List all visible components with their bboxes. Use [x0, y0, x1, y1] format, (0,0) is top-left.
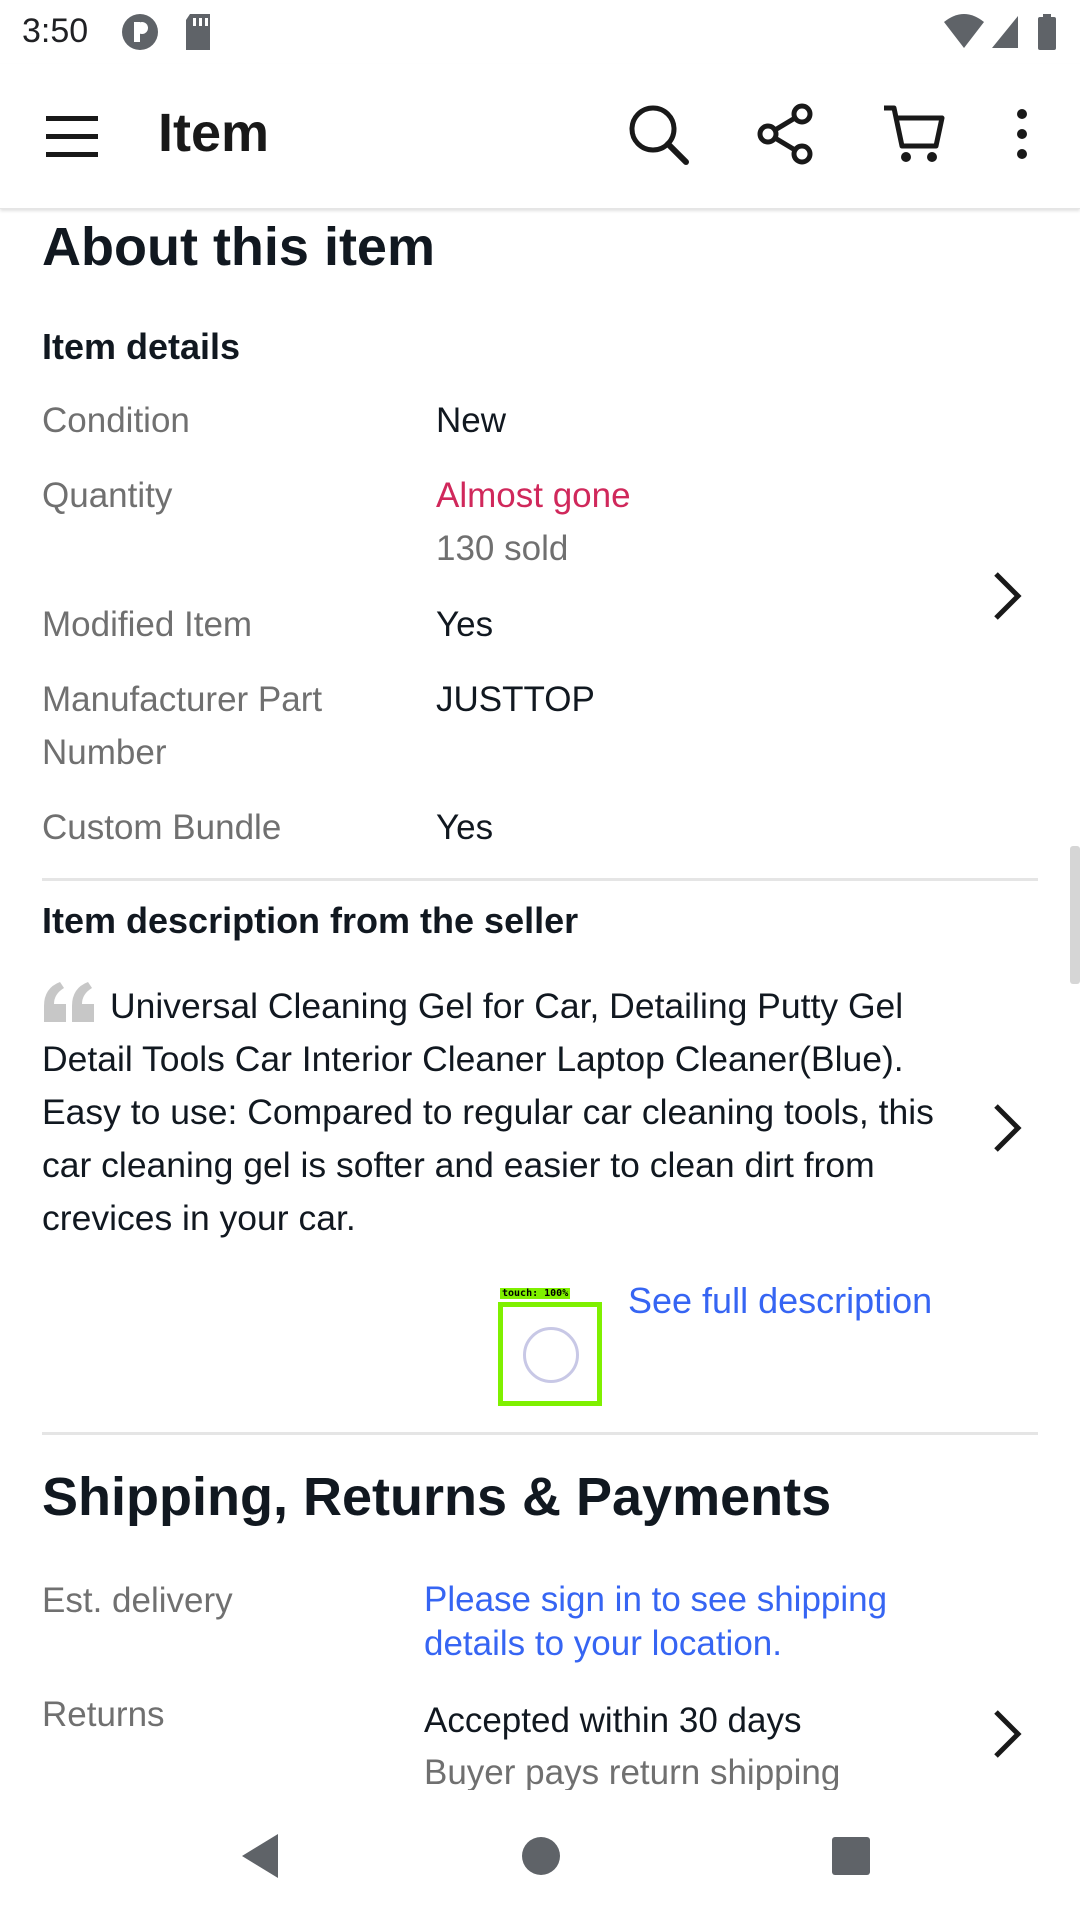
home-icon[interactable] — [520, 1832, 562, 1885]
est-delivery-signin-link[interactable]: Please sign in to see shipping details t… — [424, 1578, 964, 1666]
detail-value-sold: 130 sold — [436, 529, 569, 568]
chevron-right-icon[interactable] — [988, 1100, 1024, 1161]
menu-icon[interactable] — [44, 108, 100, 169]
description-heading: Item description from the seller — [42, 900, 579, 941]
detail-label-modified: Modified Item — [42, 605, 253, 644]
quote-icon — [42, 982, 98, 1022]
touch-indicator — [498, 1302, 602, 1406]
more-icon[interactable] — [1012, 102, 1032, 171]
sd-card-icon — [182, 12, 214, 57]
item-content: About this item Item details Condition N… — [0, 210, 1080, 1790]
description-text-block: Universal Cleaning Gel for Car, Detailin… — [42, 980, 972, 1245]
item-details-heading: Item details — [42, 326, 241, 367]
about-heading: About this item — [42, 217, 435, 277]
search-icon[interactable] — [626, 102, 690, 171]
chevron-right-icon[interactable] — [988, 568, 1024, 629]
page-title: Item — [158, 103, 270, 163]
cart-icon[interactable] — [882, 102, 946, 171]
description-text: Universal Cleaning Gel for Car, Detailin… — [42, 986, 934, 1238]
recents-icon[interactable] — [830, 1832, 872, 1885]
touch-circle — [523, 1327, 579, 1383]
detail-label-quantity: Quantity — [42, 476, 173, 515]
navigation-bar — [0, 1790, 1080, 1920]
detail-value-quantity: Almost gone — [436, 476, 631, 515]
returns-value: Accepted within 30 days — [424, 1701, 802, 1740]
scrollbar[interactable] — [1070, 846, 1080, 984]
divider — [42, 1432, 1038, 1435]
battery-icon — [1036, 12, 1058, 57]
app-bar: Item — [0, 64, 1080, 209]
wifi-icon — [942, 12, 986, 57]
chevron-right-icon[interactable] — [988, 1706, 1024, 1767]
returns-label: Returns — [42, 1695, 165, 1734]
detail-label-condition: Condition — [42, 401, 190, 440]
touch-indicator-label: touch: 100% — [500, 1288, 571, 1299]
returns-sub: Buyer pays return shipping — [424, 1753, 841, 1790]
signal-icon — [990, 12, 1020, 57]
share-icon[interactable] — [756, 102, 816, 171]
detail-label-mpn: Manufacturer Part Number — [42, 680, 323, 772]
status-time: 3:50 — [22, 12, 89, 50]
est-delivery-label: Est. delivery — [42, 1581, 233, 1620]
detail-value-bundle: Yes — [436, 808, 494, 847]
detail-value-condition: New — [436, 401, 507, 440]
detail-label-bundle: Custom Bundle — [42, 808, 282, 847]
vpn-icon — [120, 12, 160, 57]
detail-value-mpn: JUSTTOP — [436, 680, 595, 719]
divider — [42, 878, 1038, 881]
back-icon[interactable] — [238, 1832, 282, 1885]
detail-value-modified: Yes — [436, 605, 494, 644]
status-bar: 3:50 — [0, 0, 1080, 64]
see-full-description-link[interactable]: See full description — [628, 1280, 932, 1322]
shipping-heading: Shipping, Returns & Payments — [42, 1467, 832, 1527]
